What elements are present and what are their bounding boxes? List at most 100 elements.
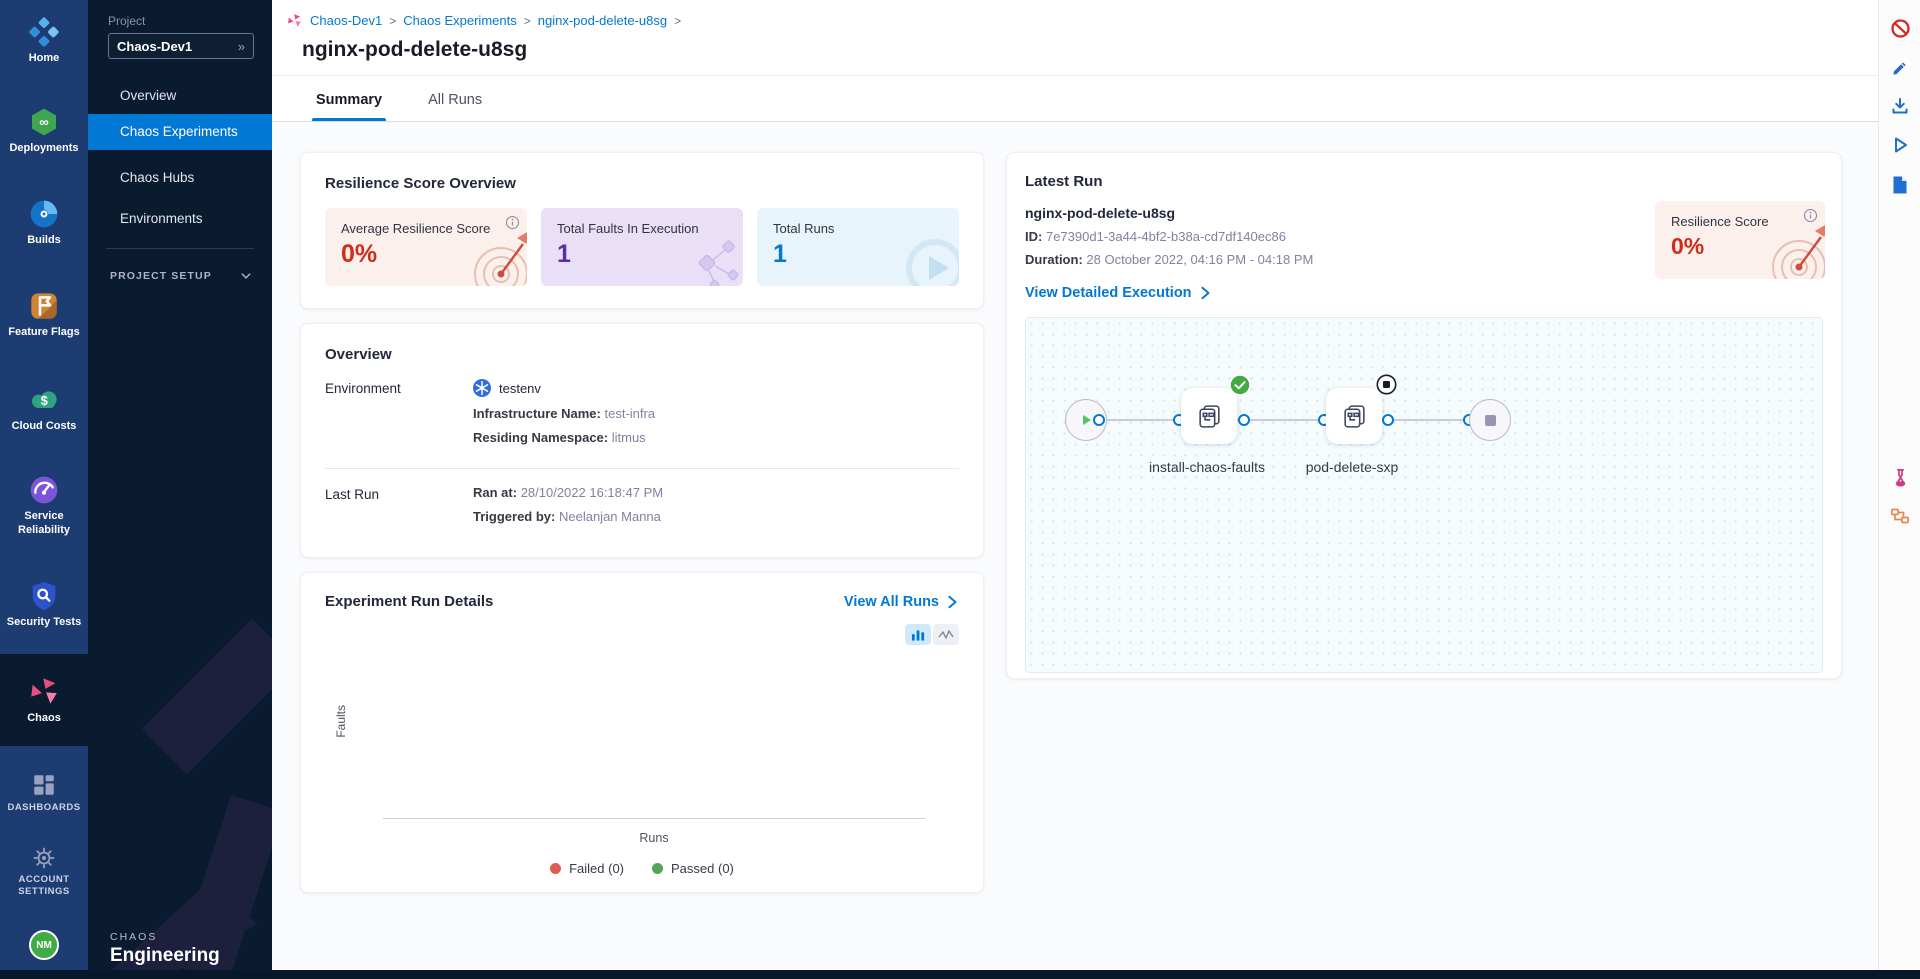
hierarchy-icon	[1890, 506, 1910, 526]
sidebar-item-label: Deployments	[0, 142, 88, 156]
sidebar-item-home[interactable]: Home	[0, 16, 88, 66]
disable-experiment-button[interactable]	[1888, 16, 1912, 40]
sidebar-item-chaos-hubs[interactable]: Chaos Hubs	[88, 160, 272, 196]
success-badge-icon	[1229, 374, 1251, 401]
sidebar-item-cloud-costs[interactable]: $ Cloud Costs	[0, 384, 88, 434]
info-icon[interactable]	[505, 215, 520, 235]
stat-label: Total Runs	[773, 221, 943, 236]
triggered-by-label: Triggered by:	[473, 509, 555, 524]
project-setup-label: PROJECT SETUP	[110, 270, 212, 282]
bottom-bar	[0, 970, 1920, 979]
deployments-icon: ∞	[0, 106, 88, 138]
sidebar-item-label: ACCOUNT SETTINGS	[0, 874, 88, 898]
stat-tile-average-resilience-score: Average Resilience Score 0%	[325, 208, 527, 286]
run-experiment-button[interactable]	[1888, 133, 1912, 157]
sidebar-item-label: Feature Flags	[0, 326, 88, 340]
sidebar-item-feature-flags[interactable]: Feature Flags	[0, 290, 88, 340]
legend-item-passed[interactable]: Passed (0)	[652, 861, 734, 876]
project-name: Chaos-Dev1	[117, 39, 192, 54]
latest-run-card: Latest Run nginx-pod-delete-u8sg ID: 7e7…	[1006, 152, 1842, 679]
chevron-right-icon	[1198, 286, 1212, 300]
pipeline-node-label: install-chaos-faults	[1142, 458, 1272, 476]
expand-project-icon: »	[238, 39, 245, 54]
environment-name[interactable]: testenv	[499, 381, 541, 396]
sidebar-item-overview[interactable]: Overview	[88, 78, 272, 114]
tool-rail	[1878, 0, 1920, 979]
main-area: Chaos-Dev1 > Chaos Experiments > nginx-p…	[272, 0, 1878, 979]
pipeline-port-icon	[1382, 414, 1394, 426]
user-avatar[interactable]: NM	[29, 930, 59, 960]
ban-icon	[1890, 18, 1911, 39]
service-reliability-icon	[0, 474, 88, 506]
app-root: Home ∞ Deployments Builds Feature Flags …	[0, 0, 1920, 979]
stat-value: 0%	[341, 240, 511, 269]
brand-bottom: Engineering	[110, 945, 220, 967]
pipeline-node-pod-delete-sxp[interactable]	[1326, 388, 1382, 444]
breadcrumb-link[interactable]: Chaos-Dev1	[310, 13, 382, 28]
chaos-studio-button[interactable]	[1888, 465, 1912, 489]
chart-x-axis-label: Runs	[383, 831, 925, 845]
breadcrumb-link[interactable]: nginx-pod-delete-u8sg	[538, 13, 667, 28]
chaos-breadcrumb-icon	[286, 12, 303, 29]
stat-label: Average Resilience Score	[341, 221, 511, 236]
breadcrumb-link[interactable]: Chaos Experiments	[403, 13, 516, 28]
sidebar-item-label: Builds	[0, 234, 88, 248]
home-icon	[0, 16, 88, 48]
pipeline-end-node[interactable]	[1469, 399, 1511, 441]
sidebar-item-deployments[interactable]: ∞ Deployments	[0, 106, 88, 156]
sidebar-item-service-reliability[interactable]: Service Reliability	[0, 474, 88, 538]
card-title: Overview	[325, 346, 959, 363]
file-icon	[1891, 175, 1909, 195]
cloud-costs-icon: $	[0, 384, 88, 416]
project-selector[interactable]: Chaos-Dev1 »	[108, 33, 254, 59]
pipeline-node-label: pod-delete-sxp	[1287, 458, 1417, 476]
content-area: Resilience Score Overview Average Resili…	[272, 122, 1878, 979]
download-manifest-button[interactable]	[1888, 94, 1912, 118]
svg-text:∞: ∞	[39, 115, 49, 130]
view-detailed-execution-label: View Detailed Execution	[1025, 285, 1192, 301]
failed-dot-icon	[550, 863, 561, 874]
score-label: Resilience Score	[1671, 214, 1809, 229]
duration-value: 28 October 2022, 04:16 PM - 04:18 PM	[1086, 252, 1313, 267]
sidebar-item-builds[interactable]: Builds	[0, 198, 88, 248]
view-detailed-execution-link[interactable]: View Detailed Execution	[1025, 285, 1823, 301]
tab-summary[interactable]: Summary	[314, 92, 384, 121]
view-all-runs-link[interactable]: View All Runs	[844, 594, 959, 610]
sidebar-item-chaos[interactable]: Chaos	[0, 654, 88, 746]
security-tests-icon	[0, 580, 88, 612]
module-sidebar: Home ∞ Deployments Builds Feature Flags …	[0, 0, 88, 979]
bar-chart-toggle-icon[interactable]	[905, 624, 931, 645]
brand-top: CHAOS	[110, 931, 220, 943]
breadcrumb-separator: >	[524, 14, 531, 28]
legend-item-failed[interactable]: Failed (0)	[550, 861, 624, 876]
sidebar-item-dashboards[interactable]: DASHBOARDS	[0, 772, 88, 814]
sidebar-item-security-tests[interactable]: Security Tests	[0, 580, 88, 630]
pipeline-port-icon	[1093, 414, 1105, 426]
project-label: Project	[108, 14, 145, 28]
stat-tile-total-runs: Total Runs 1	[757, 208, 959, 286]
tab-all-runs[interactable]: All Runs	[426, 92, 484, 121]
task-stack-icon	[1196, 403, 1223, 430]
row-value: Ran at: 28/10/2022 16:18:47 PM Triggered…	[473, 485, 663, 533]
sidebar-item-environments[interactable]: Environments	[88, 201, 272, 237]
project-sidebar: Project Chaos-Dev1 » Overview Chaos Expe…	[88, 0, 272, 979]
view-all-runs-label: View All Runs	[844, 594, 939, 610]
play-outline-icon	[1890, 135, 1910, 155]
namespace-label: Residing Namespace:	[473, 430, 608, 445]
sidebar-item-chaos-experiments[interactable]: Chaos Experiments	[88, 114, 272, 150]
card-title: Experiment Run Details	[325, 593, 493, 610]
pipeline-view-button[interactable]	[1888, 504, 1912, 528]
resilience-score-overview-card: Resilience Score Overview Average Resili…	[300, 152, 984, 309]
edit-experiment-button[interactable]	[1888, 55, 1912, 79]
sidebar-item-account-settings[interactable]: ACCOUNT SETTINGS	[0, 846, 88, 898]
line-chart-toggle-icon[interactable]	[933, 624, 959, 645]
page-header: Chaos-Dev1 > Chaos Experiments > nginx-p…	[272, 0, 1878, 76]
sidebar-item-label: Home	[0, 52, 88, 66]
task-stack-icon	[1341, 403, 1368, 430]
info-icon[interactable]	[1803, 208, 1818, 228]
project-setup-toggle[interactable]: PROJECT SETUP	[110, 270, 252, 282]
stat-label: Total Faults In Execution	[557, 221, 727, 236]
run-id-label: ID:	[1025, 229, 1042, 244]
feature-flags-icon	[0, 290, 88, 322]
view-manifest-button[interactable]	[1888, 173, 1912, 197]
